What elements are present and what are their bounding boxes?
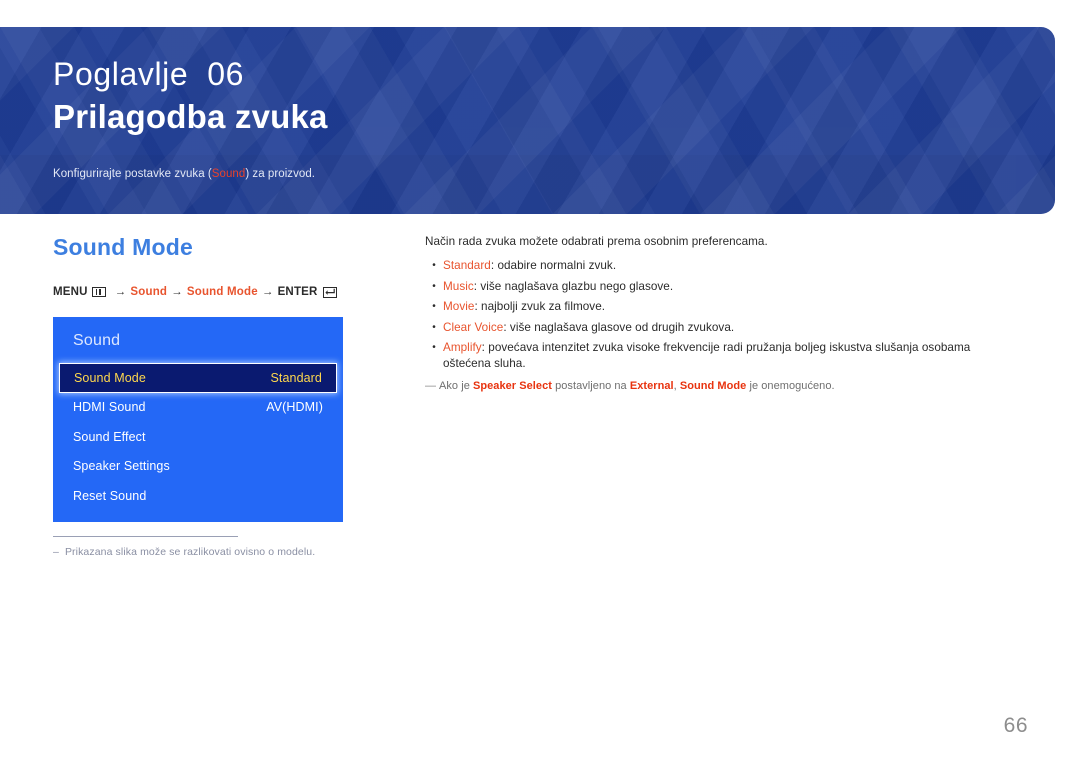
speaker-select-note: — Ako je Speaker Select postavljeno na E… (425, 378, 1000, 394)
chapter-title: Prilagodba zvuka (53, 98, 328, 135)
list-item-body: Amplify: povećava intenzitet zvuka visok… (443, 340, 1000, 372)
menu-grid-icon (91, 287, 106, 297)
osd-row-value: Standard (270, 370, 322, 385)
menu-label: MENU (53, 286, 88, 298)
option-description: : više naglašava glazbu nego glasove. (473, 279, 674, 293)
arrow-icon-3: → (261, 286, 274, 298)
list-item: • Amplify: povećava intenzitet zvuka vis… (425, 340, 1000, 372)
footnote-divider (53, 536, 238, 537)
description-column: Način rada zvuka možete odabrati prema o… (425, 234, 1000, 394)
option-description: : povećava intenzitet zvuka visoke frekv… (443, 341, 971, 370)
list-item-body: Music: više naglašava glazbu nego glasov… (443, 279, 1000, 295)
menu-path-breadcrumb: MENU → Sound → Sound Mode → ENTER (53, 286, 337, 298)
footnote-dash: – (53, 546, 59, 558)
osd-row-value: AV(HDMI) (266, 400, 323, 415)
osd-row-hdmi-sound[interactable]: HDMI Sound AV(HDMI) (53, 393, 343, 423)
bullet-marker-icon: • (432, 342, 436, 353)
page-number: 66 (1003, 714, 1028, 737)
page-title: Sound Mode (53, 234, 193, 260)
option-term: Standard (443, 259, 491, 272)
bullet-marker-icon: • (432, 260, 436, 271)
chapter-label: Poglavlje 06 (53, 56, 245, 92)
list-item: • Movie: najbolji zvuk za filmove. (425, 299, 1000, 315)
osd-row-reset-sound[interactable]: Reset Sound (53, 481, 343, 511)
list-item-body: Clear Voice: više naglašava glasove od d… (443, 320, 1000, 336)
osd-row-label: Sound Effect (73, 429, 146, 444)
osd-menu-list: Sound Mode Standard HDMI Sound AV(HDMI) … (53, 363, 343, 511)
osd-row-label: Speaker Settings (73, 459, 170, 474)
breadcrumb-step-sound-mode[interactable]: Sound Mode (187, 286, 258, 298)
osd-row-sound-mode[interactable]: Sound Mode Standard (59, 363, 337, 393)
note-term-external: External (629, 380, 674, 392)
arrow-icon-1: → (114, 286, 127, 298)
osd-row-label: Reset Sound (73, 488, 147, 503)
note-dash: — (425, 380, 437, 392)
note-part-1: Ako je (439, 380, 473, 392)
note-term-sound-mode: Sound Mode (679, 380, 747, 392)
arrow-icon-2: → (171, 286, 183, 298)
banner-subtitle: Konfigurirajte postavke zvuka (Sound) za… (53, 167, 1055, 182)
note-term-speaker-select: Speaker Select (472, 380, 552, 392)
option-term: Music (443, 279, 474, 293)
note-part-4: je onemogućeno. (746, 380, 835, 392)
note-part-2: postavljeno na (551, 380, 630, 392)
footnote-text: Prikazana slika može se razlikovati ovis… (64, 546, 316, 558)
breadcrumb-step-sound[interactable]: Sound (130, 286, 167, 298)
osd-sound-menu-panel: Sound Sound Mode Standard HDMI Sound AV(… (53, 317, 343, 522)
list-item: • Music: više naglašava glazbu nego glas… (425, 279, 1000, 295)
osd-row-label: HDMI Sound (73, 400, 146, 415)
list-item-body: Standard: odabire normalni zvuk. (443, 258, 1000, 274)
enter-key-icon (322, 286, 337, 298)
page-content: Sound Mode MENU → Sound → Sound Mode → E… (0, 214, 1080, 763)
osd-panel-title: Sound (73, 332, 121, 349)
option-description: : najbolji zvuk za filmove. (474, 300, 606, 313)
bullet-marker-icon: • (432, 301, 436, 312)
osd-row-sound-effect[interactable]: Sound Effect (53, 422, 343, 452)
sound-mode-options-list: • Standard: odabire normalni zvuk. • Mus… (425, 258, 1000, 372)
enter-label: ENTER (277, 286, 318, 298)
osd-row-speaker-settings[interactable]: Speaker Settings (53, 452, 343, 482)
option-description: : više naglašava glasove od drugih zvuko… (503, 320, 735, 334)
bullet-marker-icon: • (432, 321, 436, 333)
description-intro: Način rada zvuka možete odabrati prema o… (425, 235, 768, 248)
option-description: : odabire normalni zvuk. (490, 259, 617, 272)
footnote-block: – Prikazana slika može se razlikovati ov… (53, 536, 353, 558)
footnote-line: – Prikazana slika može se razlikovati ov… (53, 546, 353, 558)
banner-subtitle-after: ) za proizvod. (245, 168, 316, 180)
note-body: Ako je Speaker Select postavljeno na Ext… (439, 378, 1000, 394)
bullet-marker-icon: • (432, 280, 436, 292)
list-item-body: Movie: najbolji zvuk za filmove. (443, 299, 1000, 315)
chapter-banner: Poglavlje 06 Prilagodba zvuka Konfigurir… (0, 27, 1055, 214)
osd-row-label: Sound Mode (74, 370, 146, 385)
option-term: Movie (443, 300, 475, 313)
list-item: • Standard: odabire normalni zvuk. (425, 258, 1000, 274)
banner-subtitle-before: Konfigurirajte postavke zvuka ( (53, 168, 212, 180)
option-term: Amplify (443, 341, 482, 354)
option-term: Clear Voice (443, 320, 504, 334)
banner-subtitle-highlight: Sound (211, 168, 246, 180)
list-item: • Clear Voice: više naglašava glasove od… (425, 320, 1000, 336)
